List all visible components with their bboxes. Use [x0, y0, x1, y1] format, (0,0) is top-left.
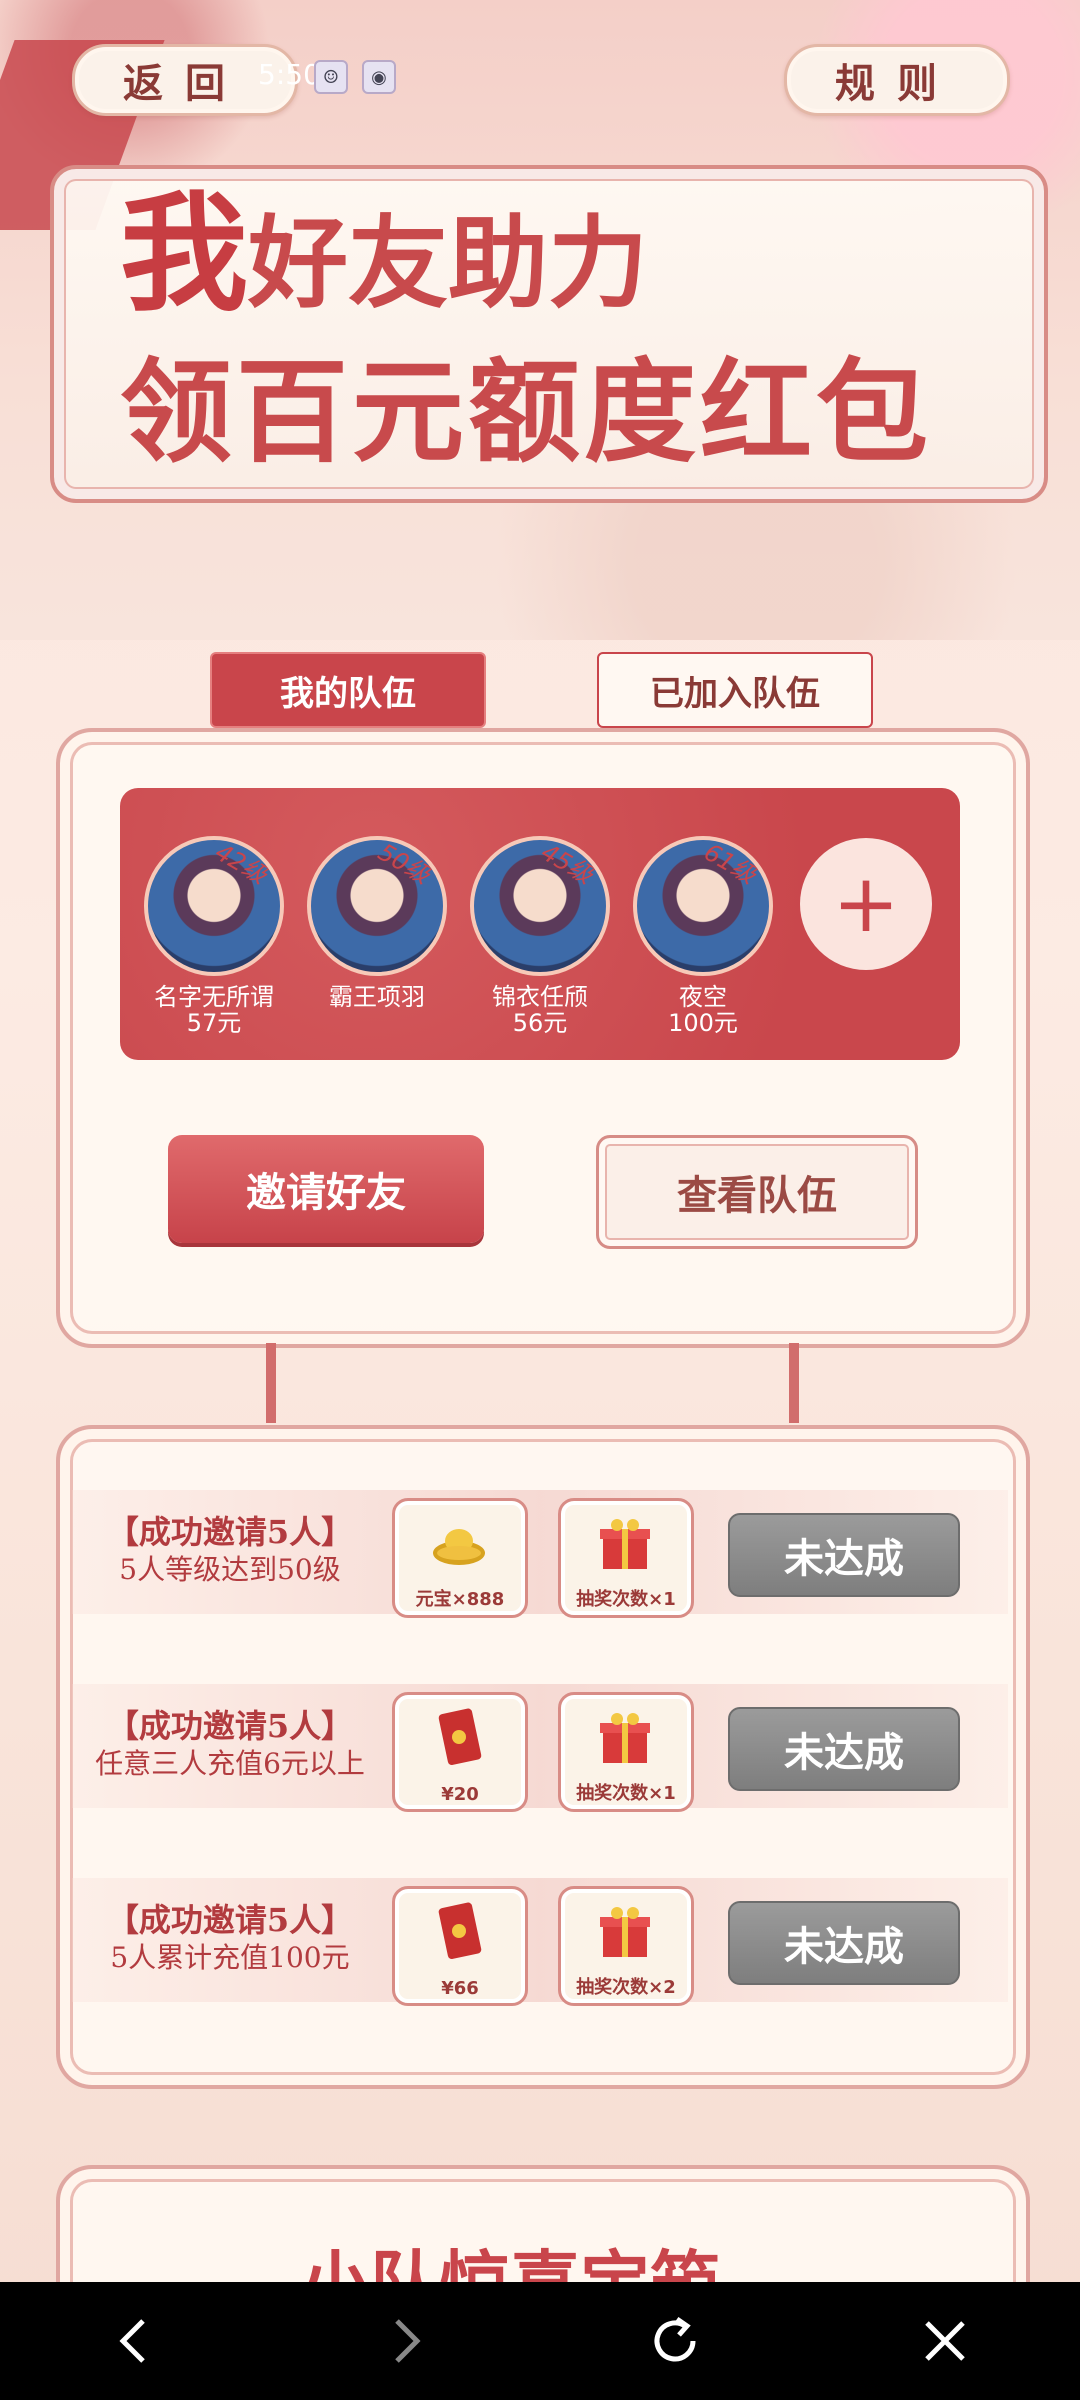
task-condition: 【成功邀请5人】 任意三人充值6元以上 — [70, 1706, 390, 1782]
add-member-button[interactable]: + — [800, 838, 932, 970]
page-title-line2: 领百元额度红包 — [120, 347, 932, 478]
reward-caption: 抽奖次数×1 — [576, 1589, 676, 1610]
tab-my-team[interactable]: 我的队伍 — [210, 652, 486, 728]
member-amount: 100元 — [668, 1009, 738, 1037]
app-notification-icon: ☺ — [314, 60, 348, 94]
member-level: 61级 — [699, 837, 762, 890]
reward-item: 抽奖次数×1 — [558, 1692, 694, 1812]
member-amount: 57元 — [186, 1009, 242, 1037]
team-member[interactable]: 45级 锦衣任颀 56元 — [460, 836, 620, 1036]
refresh-icon[interactable] — [625, 2291, 725, 2391]
title-line1-rest: 好友助力 — [248, 204, 649, 322]
member-amount: 56元 — [512, 1009, 568, 1037]
avatar: 45级 — [470, 836, 610, 976]
avatar: 42级 — [144, 836, 284, 976]
reward-item: 抽奖次数×2 — [558, 1886, 694, 2006]
browser-nav-bar — [0, 2282, 1080, 2400]
panel-connector — [266, 1343, 276, 1423]
avatar: 50级 — [307, 836, 447, 976]
red-envelope-icon — [438, 1902, 482, 1960]
member-name: 锦衣任颀 — [492, 983, 588, 1011]
member-name: 霸王项羽 — [329, 983, 425, 1011]
task-condition: 【成功邀请5人】 5人等级达到50级 — [70, 1512, 390, 1588]
plus-icon: + — [832, 857, 900, 950]
gift-box-icon — [600, 1713, 650, 1763]
tab-joined-team[interactable]: 已加入队伍 — [597, 652, 873, 728]
back-arrow-icon[interactable] — [85, 2291, 185, 2391]
team-member[interactable]: 42级 名字无所谓 57元 — [134, 836, 294, 1036]
task-status-button[interactable]: 未达成 — [728, 1513, 960, 1597]
reward-caption: ¥20 — [441, 1784, 479, 1805]
panel-connector — [789, 1343, 799, 1423]
reward-caption: 元宝×888 — [415, 1589, 505, 1610]
team-member[interactable]: 61级 夜空 100元 — [623, 836, 783, 1036]
invite-friends-button[interactable]: 邀请好友 — [168, 1135, 484, 1243]
gold-ingot-icon — [433, 1529, 485, 1565]
view-team-button[interactable]: 查看队伍 — [596, 1135, 918, 1249]
forward-arrow-icon[interactable] — [355, 2291, 455, 2391]
task-status-button[interactable]: 未达成 — [728, 1707, 960, 1791]
reward-caption: 抽奖次数×1 — [576, 1783, 676, 1804]
task-condition: 【成功邀请5人】 5人累计充值100元 — [70, 1900, 390, 1976]
reward-item: 抽奖次数×1 — [558, 1498, 694, 1618]
task-title: 【成功邀请5人】 — [106, 1707, 354, 1745]
gift-box-icon — [600, 1907, 650, 1957]
red-envelope-icon — [438, 1708, 482, 1766]
title-highlight-char: 我 — [120, 179, 249, 329]
reward-caption: 抽奖次数×2 — [576, 1977, 676, 1998]
gift-box-icon — [600, 1519, 650, 1569]
app-notification-icon-2: ◉ — [362, 60, 396, 94]
status-time: 5:50 — [258, 58, 321, 91]
page-title-line1: 我好友助力 — [120, 150, 648, 335]
member-name: 夜空 — [679, 983, 727, 1011]
close-icon[interactable] — [895, 2291, 995, 2391]
task-title: 【成功邀请5人】 — [106, 1513, 354, 1551]
task-description: 任意三人充值6元以上 — [95, 1747, 365, 1780]
reward-caption: ¥66 — [441, 1978, 479, 1999]
task-title: 【成功邀请5人】 — [106, 1901, 354, 1939]
member-level: 45级 — [536, 837, 599, 890]
reward-item: ¥20 — [392, 1692, 528, 1812]
task-description: 5人等级达到50级 — [119, 1553, 341, 1586]
team-member[interactable]: 50级 霸王项羽 — [297, 836, 457, 1010]
member-name: 名字无所谓 — [154, 983, 274, 1011]
rules-button[interactable]: 规则 — [784, 44, 1010, 116]
member-level: 50级 — [373, 837, 436, 890]
task-status-button[interactable]: 未达成 — [728, 1901, 960, 1985]
member-level: 42级 — [210, 837, 273, 890]
reward-item: 元宝×888 — [392, 1498, 528, 1618]
avatar: 61级 — [633, 836, 773, 976]
reward-item: ¥66 — [392, 1886, 528, 2006]
task-description: 5人累计充值100元 — [110, 1941, 350, 1974]
